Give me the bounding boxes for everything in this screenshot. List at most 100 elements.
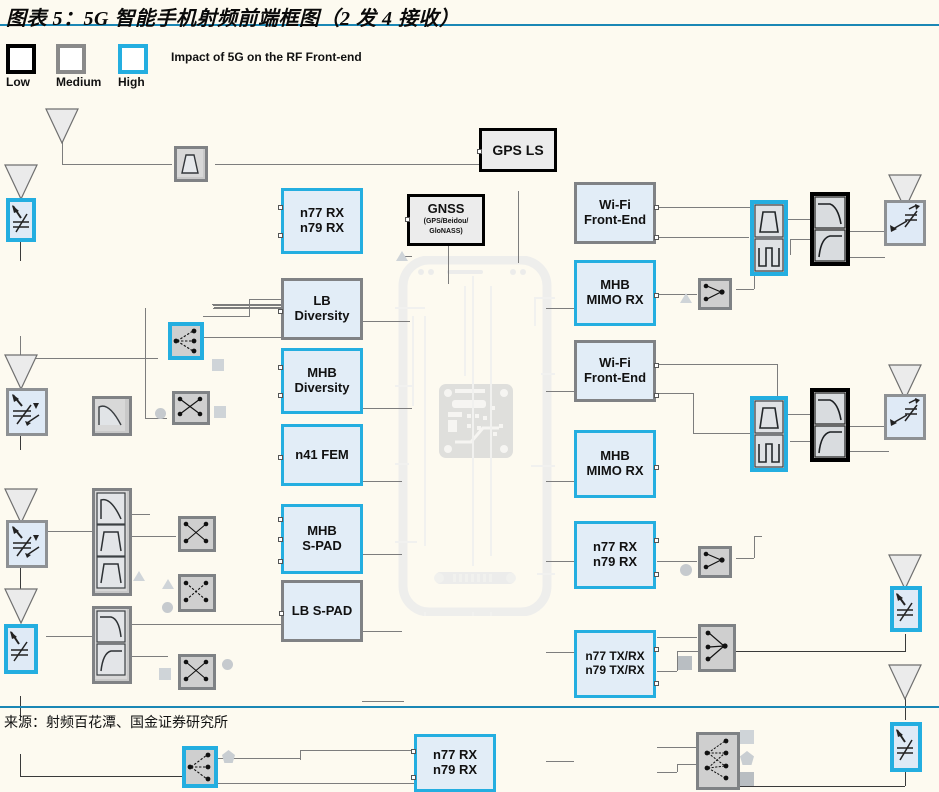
- wire: [657, 747, 697, 748]
- wire: [546, 308, 574, 309]
- block-sublabel-line2: GloNASS): [429, 228, 463, 236]
- block-label-line1: GPS LS: [492, 141, 544, 158]
- block-label-line1: GNSS: [427, 201, 465, 217]
- wire: [46, 531, 96, 532]
- block-n77-n79-rx-bottom[interactable]: n77 RX n79 RX: [411, 734, 496, 792]
- block-n77-n79-rx-left[interactable]: n77 RX n79 RX: [278, 188, 363, 254]
- block-wifi-front-end-2[interactable]: Wi-Fi Front-End: [574, 340, 659, 402]
- block-label-line1: n41 FEM: [295, 446, 349, 462]
- marker-square: [740, 730, 754, 744]
- wire: [657, 393, 693, 394]
- source-note: 来源：射频百花潭、国金证券研究所: [4, 716, 228, 731]
- wire: [362, 408, 412, 409]
- wire: [212, 304, 284, 305]
- filter-bank-right-2-low: [810, 388, 850, 462]
- wire: [677, 651, 699, 652]
- wire: [362, 701, 404, 702]
- wire: [362, 631, 402, 632]
- port: [654, 572, 659, 577]
- marker-circle: [155, 408, 166, 419]
- port: [654, 393, 659, 398]
- block-gps-ls[interactable]: GPS LS: [477, 128, 557, 172]
- marker-circle: [222, 659, 233, 670]
- block-label-line1: Wi-Fi: [599, 355, 631, 371]
- block-mhb-mimo-rx-2[interactable]: MHB MIMO RX: [574, 430, 659, 498]
- legend-swatch-medium: [56, 44, 86, 74]
- filter-bank-right-1-low: [810, 192, 850, 266]
- block-n77-n79-rx-right[interactable]: n77 RX n79 RX: [574, 521, 659, 589]
- legend-swatch-low: [6, 44, 36, 74]
- legend-item-high: High: [118, 44, 148, 89]
- filter-left-a1: [92, 396, 132, 436]
- wire: [657, 561, 697, 562]
- wire: [905, 634, 906, 652]
- wire: [213, 308, 283, 309]
- block-wifi-front-end-1[interactable]: Wi-Fi Front-End: [574, 182, 659, 244]
- block-n41-fem[interactable]: n41 FEM: [278, 424, 363, 486]
- marker-circle: [680, 564, 692, 576]
- wire: [20, 358, 158, 359]
- block-mhb-diversity[interactable]: MHB Diversity: [278, 348, 363, 414]
- legend-label-high: High: [118, 75, 145, 89]
- legend-swatch-high: [118, 44, 148, 74]
- block-lb-s-pad[interactable]: LB S-PAD: [279, 580, 363, 642]
- block-label-line2: n79 RX: [592, 554, 638, 569]
- port: [405, 217, 410, 222]
- wire: [693, 433, 753, 434]
- wire: [214, 307, 284, 308]
- wire: [20, 566, 21, 590]
- switch-sp3t-1: [168, 322, 204, 360]
- marker-triangle: [162, 579, 174, 589]
- antenna-tuner-3: [6, 520, 48, 568]
- marker-circle: [162, 602, 173, 613]
- block-gnss[interactable]: GNSS (GPS/Beidou/ GloNASS): [405, 194, 485, 246]
- block-mhb-s-pad[interactable]: MHB S-PAD: [278, 504, 363, 574]
- filter-bank-right-2: [750, 396, 788, 472]
- block-sublabel-line1: (GPS/Beidou/: [423, 217, 469, 225]
- wire: [20, 241, 21, 261]
- antenna-top: [45, 108, 79, 144]
- legend-label-low: Low: [6, 75, 30, 89]
- antenna-left-4: [4, 588, 38, 624]
- switch-spdt-2: [698, 546, 732, 578]
- wire: [203, 337, 283, 338]
- wire: [735, 786, 905, 787]
- wire: [62, 164, 172, 165]
- filter-bank-right-1: [750, 200, 788, 276]
- block-label-line1: n77 RX: [299, 205, 345, 221]
- rf-front-end-diagram: n77 RX n79 RX LB Diversity MHB Diversity…: [0, 96, 939, 792]
- wire: [145, 308, 146, 418]
- marker-triangle: [133, 571, 145, 581]
- switch-sp3t-bottom: [182, 746, 218, 788]
- legend-caption: Impact of 5G on the RF Front-end: [171, 50, 362, 64]
- wire: [657, 772, 677, 773]
- legend-label-medium: Medium: [56, 75, 102, 89]
- marker-square: [678, 656, 692, 670]
- wire: [546, 561, 574, 562]
- wire: [218, 783, 415, 784]
- marker-triangle: [680, 293, 692, 303]
- block-mhb-mimo-rx-1[interactable]: MHB MIMO RX: [574, 260, 659, 326]
- wire: [657, 671, 677, 672]
- wire: [128, 624, 288, 625]
- wire: [46, 636, 96, 637]
- wire: [300, 750, 415, 751]
- block-n77-n79-txrx[interactable]: n77 TX/RX n79 TX/RX: [574, 630, 659, 698]
- wire: [362, 554, 402, 555]
- wire: [213, 305, 283, 306]
- block-label-line1: Wi-Fi: [599, 197, 631, 213]
- port: [411, 775, 416, 780]
- wire: [677, 764, 678, 772]
- marker-pentagon: [740, 751, 754, 765]
- port: [278, 365, 283, 370]
- port: [278, 537, 283, 542]
- marker-square: [740, 772, 754, 786]
- port: [654, 647, 659, 652]
- port: [278, 559, 283, 564]
- block-label-line1: MHB: [600, 448, 630, 464]
- wire: [546, 761, 574, 762]
- port: [654, 363, 659, 368]
- block-lb-diversity[interactable]: LB Diversity: [278, 278, 363, 340]
- port: [654, 465, 659, 470]
- wire: [657, 364, 777, 365]
